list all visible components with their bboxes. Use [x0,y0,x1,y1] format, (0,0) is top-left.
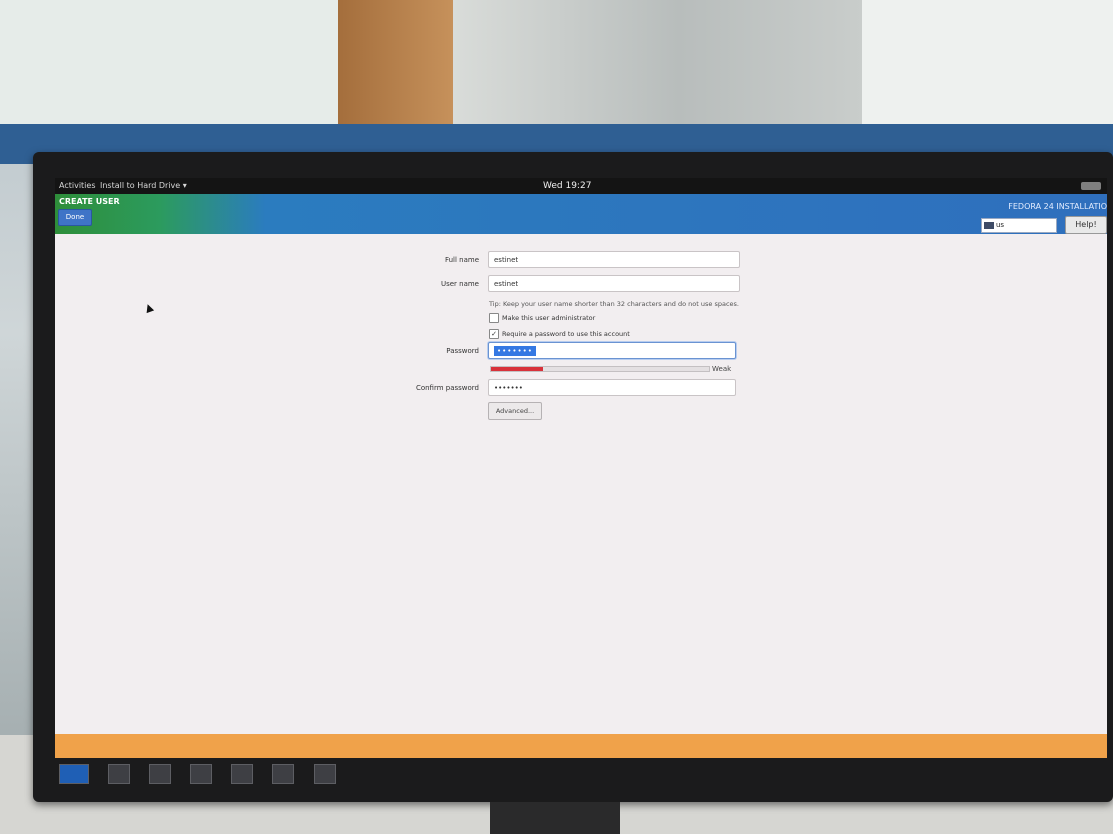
activities-button[interactable]: Activities [59,178,96,194]
system-menu-icon[interactable] [1081,182,1101,190]
sticker-icon [272,764,295,784]
username-tip: Tip: Keep your user name shorter than 32… [489,300,739,308]
sticker-icon [149,764,172,784]
user-name-label: User name [440,280,479,288]
installer-screen: Activities Install to Hard Drive ▾ Wed 1… [55,178,1107,758]
sticker-icon [108,764,131,784]
confirm-password-label: Confirm password [415,384,479,392]
admin-checkbox-box[interactable] [489,313,499,323]
password-strength-label: Weak [712,365,732,373]
monitor-stand [490,802,620,834]
app-menu[interactable]: Install to Hard Drive ▾ [100,178,187,194]
help-button[interactable]: Help! [1065,216,1107,234]
done-button[interactable]: Done [58,209,92,226]
full-name-label: Full name [444,256,479,264]
admin-checkbox[interactable]: Make this user administrator [489,313,595,323]
keyboard-layout-label: us [996,221,1005,229]
monitor-stickers [59,764,350,786]
user-name-input[interactable]: estinet [488,275,740,292]
password-label: Password [446,347,479,355]
background-window [453,0,863,132]
require-password-label: Require a password to use this account [502,330,630,338]
password-strength-meter [490,366,710,372]
confirm-password-input[interactable]: ••••••• [488,379,736,396]
sticker-icon [190,764,213,784]
warning-bar[interactable] [55,734,1107,758]
sticker-icon [313,764,336,784]
checkmark-icon[interactable]: ✓ [489,329,499,339]
password-value: ••••••• [494,346,536,356]
keyboard-icon [984,221,994,229]
product-title: FEDORA 24 INSTALLATIO [1008,202,1107,211]
clock[interactable]: Wed 19:27 [543,178,591,194]
admin-checkbox-label: Make this user administrator [502,314,596,322]
password-input[interactable]: ••••••• [488,342,736,359]
keyboard-layout-indicator[interactable]: us [981,218,1057,233]
background-door [338,0,453,125]
create-user-form: Full name estinet User name estinet Tip:… [55,234,1107,734]
spoke-title: CREATE USER [59,197,120,206]
advanced-button[interactable]: Advanced... [488,402,542,420]
monitor: Activities Install to Hard Drive ▾ Wed 1… [33,152,1113,802]
spoke-header: CREATE USER Done FEDORA 24 INSTALLATIO u… [55,194,1107,234]
sticker-icon [231,764,254,784]
gnome-top-bar: Activities Install to Hard Drive ▾ Wed 1… [55,178,1107,194]
require-password-checkbox[interactable]: ✓ Require a password to use this account [489,329,630,339]
mouse-cursor-icon [143,302,155,314]
password-strength-fill [491,367,544,371]
full-name-input[interactable]: estinet [488,251,740,268]
dell-logo-icon [59,764,89,784]
